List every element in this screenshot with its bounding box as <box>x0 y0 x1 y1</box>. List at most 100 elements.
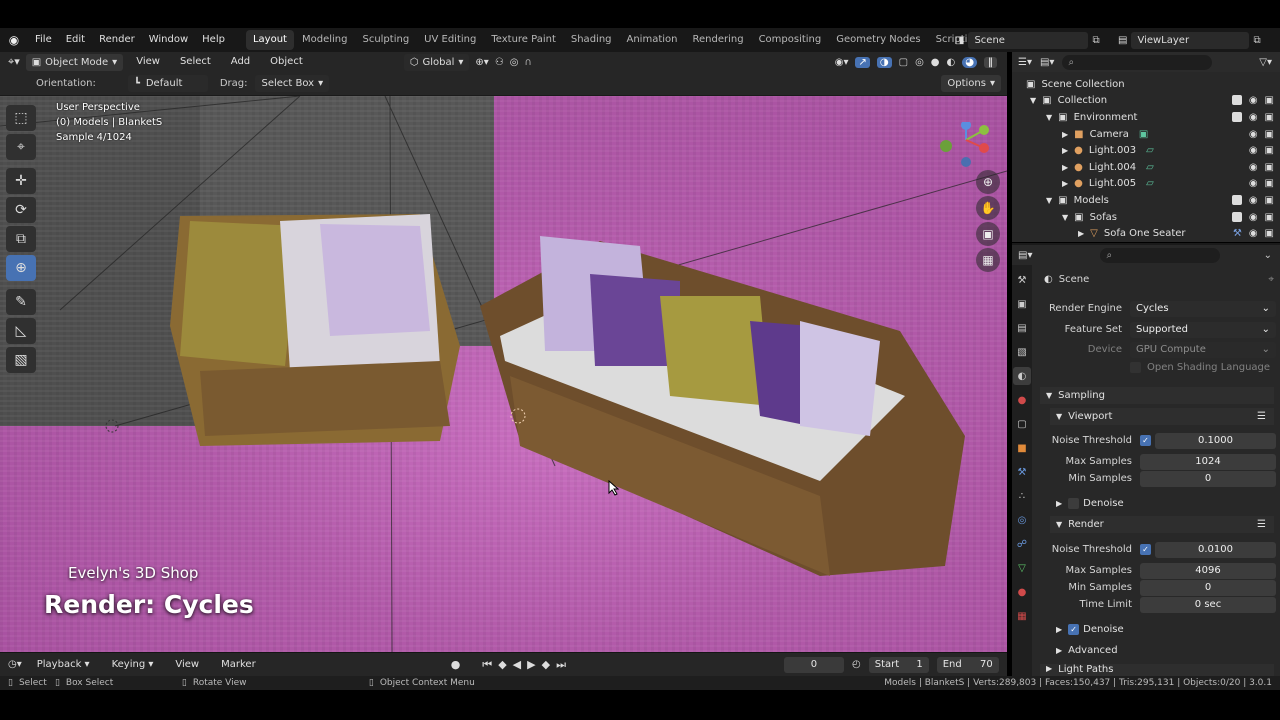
add-cube-tool-icon[interactable]: ▧ <box>6 347 36 373</box>
collection-tab-icon[interactable]: ▢ <box>1013 415 1031 433</box>
move-tool-icon[interactable]: ✛ <box>6 168 36 194</box>
outliner-search-input[interactable]: ⌕ <box>1062 54 1213 70</box>
start-frame-field[interactable]: Start 1 <box>868 656 929 673</box>
tab-shading[interactable]: Shading <box>564 30 619 50</box>
vp-noise-threshold-checkbox[interactable]: ✓ <box>1140 435 1151 446</box>
physics-tab-icon[interactable]: ◎ <box>1013 511 1031 529</box>
tab-geometry-nodes[interactable]: Geometry Nodes <box>829 30 927 50</box>
tab-rendering[interactable]: Rendering <box>685 30 750 50</box>
expand-icon[interactable]: ▼ <box>1030 96 1036 105</box>
camera-render-icon[interactable]: ▣ <box>1265 129 1274 140</box>
rotate-tool-icon[interactable]: ⟳ <box>6 197 36 223</box>
device-dropdown[interactable]: GPU Compute ⌄ <box>1130 341 1276 358</box>
filter-icon[interactable]: ▽▾ <box>1259 57 1280 68</box>
render-tab-icon[interactable]: ▣ <box>1013 295 1031 313</box>
outliner-row[interactable]: ▶ ● Light.003 ▱ ◉ ▣ <box>1012 142 1280 159</box>
eye-icon[interactable]: ◉ <box>1249 112 1258 123</box>
output-tab-icon[interactable]: ▤ <box>1013 319 1031 337</box>
outliner-row[interactable]: ▼ ▣ Models ◉ ▣ <box>1012 192 1280 209</box>
annotate-tool-icon[interactable]: ✎ <box>6 289 36 315</box>
vp-noise-threshold-field[interactable]: 0.1000 <box>1155 432 1276 449</box>
new-view-layer-icon[interactable]: ⧉ <box>1253 35 1260 46</box>
pivot-icon[interactable]: ⊕▾ <box>475 57 488 68</box>
orientation-dropdown[interactable]: ┗ Default <box>127 75 208 92</box>
view-layer-icon[interactable]: ▤ <box>1118 35 1127 46</box>
outliner-row[interactable]: ▶ ▽ Sofa One Seater ⚒ ◉ ▣ <box>1012 225 1280 242</box>
rendered-shading-icon[interactable]: ◕ <box>962 56 977 68</box>
next-keyframe-icon[interactable]: ◆ <box>542 658 550 671</box>
camera-render-icon[interactable]: ▣ <box>1265 112 1274 123</box>
menu-help[interactable]: Help <box>195 28 232 52</box>
visibility-icon[interactable]: ◉▾ <box>835 57 849 68</box>
transform-tool-icon[interactable]: ⊕ <box>6 255 36 281</box>
osl-checkbox[interactable] <box>1130 362 1141 373</box>
list-icon[interactable]: ☰ <box>1257 519 1274 530</box>
r-min-samples-field[interactable]: 0 <box>1140 579 1276 596</box>
menu-object[interactable]: Object <box>263 52 310 72</box>
view-layer-tab-icon[interactable]: ▧ <box>1013 343 1031 361</box>
r-max-samples-field[interactable]: 4096 <box>1140 562 1276 579</box>
tab-sculpting[interactable]: Sculpting <box>355 30 416 50</box>
render-subpanel-header[interactable]: ▼ Render ☰ <box>1050 516 1274 533</box>
menu-add[interactable]: Add <box>224 52 257 72</box>
object-tab-icon[interactable]: ■ <box>1013 439 1031 457</box>
tab-animation[interactable]: Animation <box>620 30 685 50</box>
snap-icon[interactable]: ⚇ <box>495 57 504 68</box>
camera-render-icon[interactable]: ▣ <box>1265 195 1274 206</box>
texture-tab-icon[interactable]: ▦ <box>1013 607 1031 625</box>
new-scene-icon[interactable]: ⧉ <box>1092 35 1099 46</box>
viewport-subpanel-header[interactable]: ▼ Viewport ☰ <box>1050 408 1274 425</box>
transform-orientation-dropdown[interactable]: ⬡ Global ▾ <box>403 53 470 71</box>
menu-window[interactable]: Window <box>142 28 195 52</box>
tab-texture-paint[interactable]: Texture Paint <box>484 30 563 50</box>
gizmo-icon[interactable]: ↗ <box>855 56 870 68</box>
scene-tab-icon[interactable]: ◐ <box>1013 367 1031 385</box>
camera-view-icon[interactable]: ▣ <box>976 222 1000 246</box>
eye-icon[interactable]: ◉ <box>1249 178 1258 189</box>
menu-timeline-view[interactable]: View <box>168 654 206 676</box>
feature-set-dropdown[interactable]: Supported ⌄ <box>1130 321 1276 338</box>
menu-file[interactable]: File <box>28 28 59 52</box>
exclude-checkbox[interactable] <box>1231 95 1242 106</box>
pan-hand-icon[interactable]: ✋ <box>976 196 1000 220</box>
outliner-row[interactable]: ▼ ▣ Collection ◉ ▣ <box>1012 93 1280 110</box>
expand-icon[interactable]: ▶ <box>1078 229 1084 238</box>
eye-icon[interactable]: ◉ <box>1249 162 1258 173</box>
drag-dropdown[interactable]: Select Box ▾ <box>255 75 330 92</box>
current-frame-field[interactable]: 0 <box>783 656 844 673</box>
falloff-icon[interactable]: ∩ <box>525 57 532 68</box>
wireframe-shading-icon[interactable]: ◎ <box>915 57 924 68</box>
outliner-row[interactable]: ▶ ● Light.005 ▱ ◉ ▣ <box>1012 176 1280 193</box>
render-engine-dropdown[interactable]: Cycles ⌄ <box>1130 300 1276 317</box>
menu-keying[interactable]: Keying ▾ <box>105 654 161 676</box>
eye-icon[interactable]: ◉ <box>1249 129 1258 140</box>
cursor-tool-icon[interactable]: ⌖ <box>6 134 36 160</box>
menu-playback[interactable]: Playback ▾ <box>30 654 97 676</box>
time-limit-field[interactable]: 0 sec <box>1140 596 1276 613</box>
perspective-grid-icon[interactable]: ▦ <box>976 248 1000 272</box>
constraints-tab-icon[interactable]: ☍ <box>1013 535 1031 553</box>
tool-tab-icon[interactable]: ⚒ <box>1013 271 1031 289</box>
clock-icon[interactable]: ◴ <box>852 659 861 670</box>
proportional-edit-icon[interactable]: ◎ <box>510 57 519 68</box>
select-box-tool-icon[interactable]: ⬚ <box>6 105 36 131</box>
tab-compositing[interactable]: Compositing <box>752 30 829 50</box>
outliner-row[interactable]: ▼ ▣ Environment ◉ ▣ <box>1012 109 1280 126</box>
menu-select[interactable]: Select <box>173 52 218 72</box>
pin-icon[interactable]: ⌖ <box>1268 274 1274 285</box>
outliner-row[interactable]: ▶ ● Light.004 ▱ ◉ ▣ <box>1012 159 1280 176</box>
play-icon[interactable]: ▶ <box>527 658 535 671</box>
eye-icon[interactable]: ◉ <box>1249 195 1258 206</box>
solid-shading-icon[interactable]: ● <box>931 57 940 68</box>
vp-denoise-checkbox[interactable] <box>1068 498 1080 509</box>
zoom-icon[interactable]: ⊕ <box>976 170 1000 194</box>
list-icon[interactable]: ☰ <box>1257 411 1274 422</box>
expand-icon[interactable]: ▼ <box>1062 213 1068 222</box>
particles-tab-icon[interactable]: ∴ <box>1013 487 1031 505</box>
expand-icon[interactable]: ▼ <box>1046 113 1052 122</box>
mode-dropdown[interactable]: ▣ Object Mode ▾ <box>25 53 124 71</box>
camera-render-icon[interactable]: ▣ <box>1265 178 1274 189</box>
play-reverse-icon[interactable]: ◀ <box>513 658 521 671</box>
outliner-row[interactable]: ▼ ▣ Sofas ◉ ▣ <box>1012 209 1280 226</box>
exclude-checkbox[interactable] <box>1231 111 1242 122</box>
